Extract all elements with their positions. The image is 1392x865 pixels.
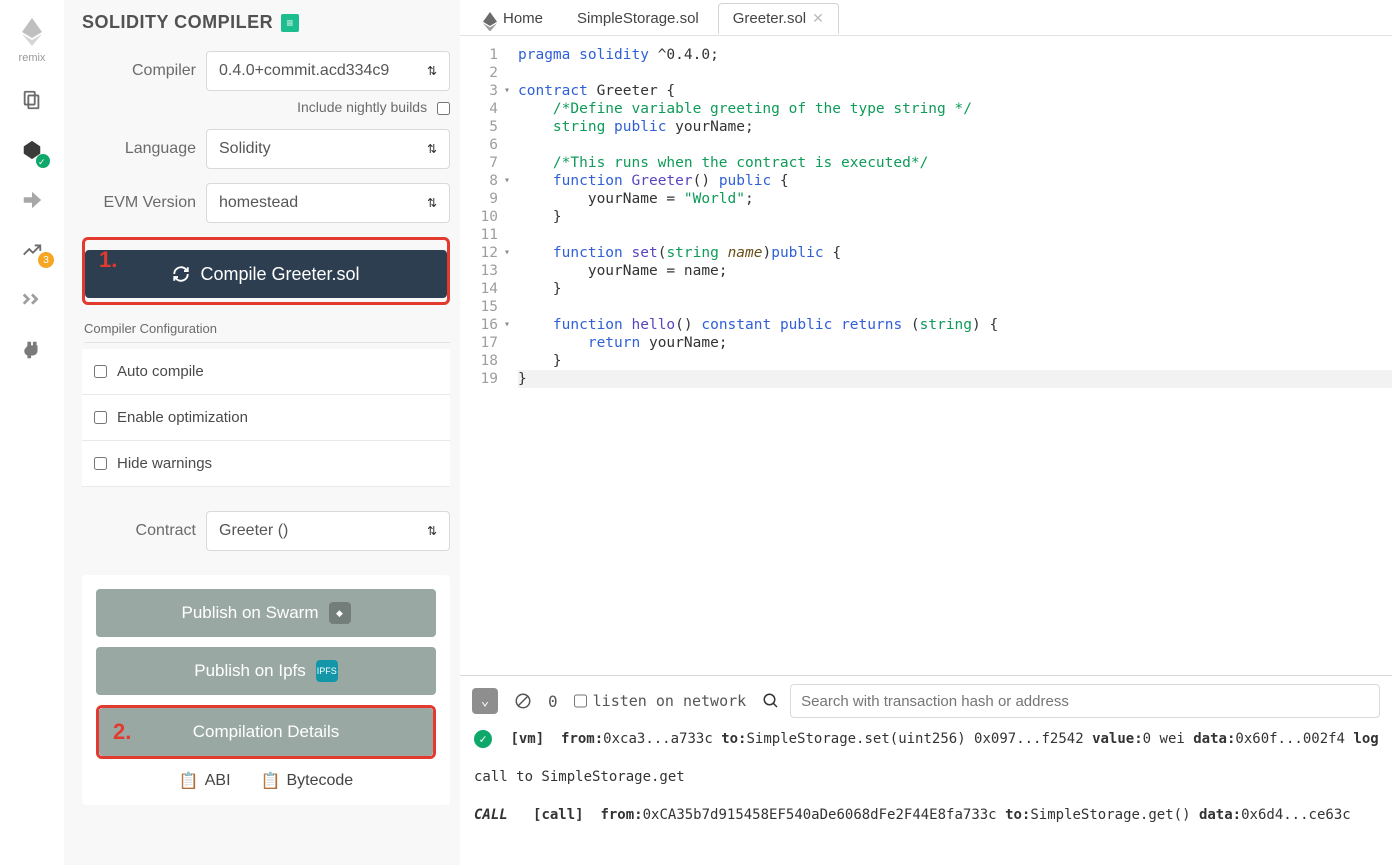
- terminal-collapse-button[interactable]: ⌄: [472, 688, 498, 714]
- tab-home[interactable]: Home: [468, 3, 558, 34]
- tab-simplestorage[interactable]: SimpleStorage.sol: [562, 3, 714, 34]
- search-icon: [762, 692, 780, 710]
- nightly-checkbox[interactable]: [437, 102, 450, 115]
- annotation-1-box: 1. Compile Greeter.sol: [82, 237, 450, 305]
- tab-greeter[interactable]: Greeter.sol ✕: [718, 3, 839, 34]
- nightly-label: Include nightly builds: [297, 99, 427, 115]
- language-label: Language: [82, 140, 196, 158]
- auto-compile-checkbox[interactable]: [94, 365, 107, 378]
- language-select[interactable]: Solidity⇅: [206, 129, 450, 169]
- compiler-panel: SOLIDITY COMPILER ≡ Compiler 0.4.0+commi…: [64, 0, 460, 865]
- hide-warnings-row[interactable]: Hide warnings: [82, 441, 450, 487]
- config-header: Compiler Configuration: [84, 321, 450, 343]
- log-line-2[interactable]: call to SimpleStorage.get: [474, 766, 1378, 790]
- compiler-select[interactable]: 0.4.0+commit.acd334c9⇅: [206, 51, 450, 91]
- analytics-icon[interactable]: 3: [18, 236, 46, 264]
- contract-select[interactable]: Greeter ()⇅: [206, 511, 450, 551]
- pending-count: 0: [548, 692, 558, 711]
- log-line-1[interactable]: ✓ [vm] from:0xca3...a733c to:SimpleStora…: [474, 728, 1378, 752]
- compiler-icon[interactable]: [18, 136, 46, 164]
- auto-compile-row[interactable]: Auto compile: [82, 349, 450, 395]
- success-icon: ✓: [474, 730, 492, 748]
- enable-optimization-row[interactable]: Enable optimization: [82, 395, 450, 441]
- plugin-icon[interactable]: [18, 336, 46, 364]
- bytecode-copy-button[interactable]: 📋 Bytecode: [261, 771, 354, 791]
- hide-warnings-checkbox[interactable]: [94, 457, 107, 470]
- annotation-2-number: 2.: [113, 719, 131, 745]
- icon-sidebar: remix 3: [0, 0, 64, 865]
- evm-select[interactable]: homestead⇅: [206, 183, 450, 223]
- debugger-icon[interactable]: [18, 286, 46, 314]
- publish-swarm-button[interactable]: Publish on Swarm ◆: [96, 589, 436, 637]
- editor-tabs: Home SimpleStorage.sol Greeter.sol ✕: [460, 0, 1392, 36]
- evm-label: EVM Version: [82, 194, 196, 212]
- swarm-icon: ◆: [329, 602, 351, 624]
- compilation-details-button[interactable]: Compilation Details: [99, 708, 433, 756]
- abi-copy-button[interactable]: 📋 ABI: [179, 771, 231, 791]
- annotation-2-box: 2. Compilation Details: [96, 705, 436, 759]
- listen-network-toggle[interactable]: listen on network: [574, 684, 747, 718]
- code-editor[interactable]: 12345678910111213141516171819 pragma sol…: [460, 36, 1392, 675]
- terminal-search-input[interactable]: [790, 684, 1380, 718]
- close-icon[interactable]: ✕: [812, 10, 824, 27]
- terminal-output[interactable]: ✓ [vm] from:0xca3...a733c to:SimpleStora…: [460, 726, 1392, 865]
- publish-ipfs-button[interactable]: Publish on Ipfs IPFS: [96, 647, 436, 695]
- annotation-1-number: 1.: [99, 247, 117, 273]
- note-icon[interactable]: ≡: [281, 14, 299, 32]
- log-line-3[interactable]: CALL [call] from:0xCA35b7d915458EF540aDe…: [474, 804, 1378, 828]
- terminal-panel: ⌄ 0 listen on network ✓ [vm] from:0xca3.…: [460, 675, 1392, 865]
- contract-label: Contract: [82, 522, 196, 540]
- deploy-icon[interactable]: [18, 186, 46, 214]
- enable-optimization-checkbox[interactable]: [94, 411, 107, 424]
- panel-title: SOLIDITY COMPILER ≡: [82, 12, 450, 33]
- compile-button[interactable]: Compile Greeter.sol: [85, 250, 447, 298]
- analytics-badge: 3: [38, 252, 54, 268]
- ban-icon[interactable]: [514, 692, 532, 710]
- remix-logo-label: remix: [19, 52, 46, 64]
- compiler-label: Compiler: [82, 62, 196, 80]
- ipfs-icon: IPFS: [316, 660, 338, 682]
- compiler-ok-badge: [36, 154, 50, 168]
- file-explorer-icon[interactable]: [18, 86, 46, 114]
- remix-logo[interactable]: remix: [19, 18, 46, 64]
